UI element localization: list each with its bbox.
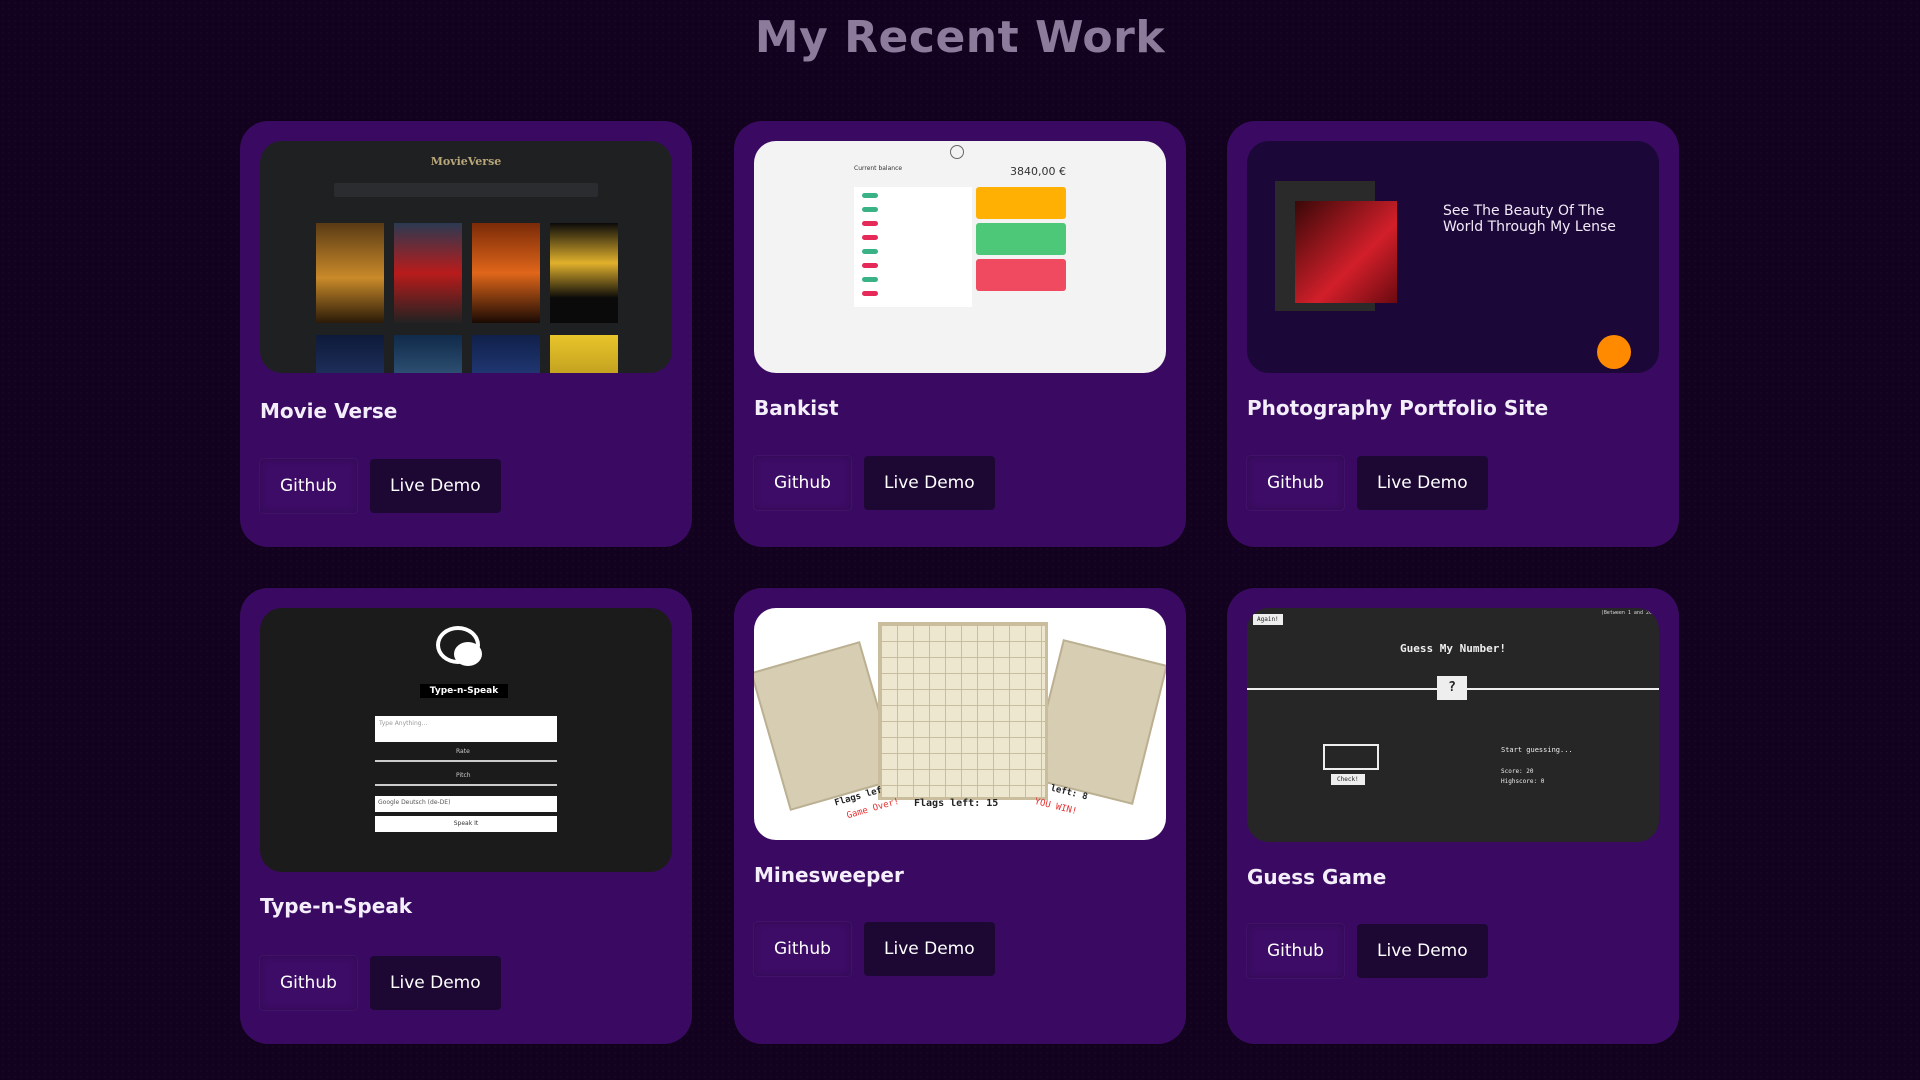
live-demo-button[interactable]: Live Demo [1357, 924, 1488, 978]
thumb-text-input: Type Anything... [375, 716, 557, 742]
thumb-poster [472, 335, 540, 373]
thumb-pitch-label: Pitch [456, 772, 471, 779]
thumb-poster [394, 223, 462, 323]
thumb-guess-input [1323, 744, 1379, 770]
live-demo-button[interactable]: Live Demo [1357, 456, 1488, 510]
project-card-type-n-speak: Type-n-Speak Type Anything... Rate Pitch… [240, 588, 692, 1044]
thumb-speak-button: Speak It [375, 816, 557, 832]
thumb-poster [316, 223, 384, 323]
thumb-balance-value: 3840,00 € [1010, 165, 1066, 178]
project-title: Bankist [754, 396, 839, 420]
thumb-between-text: (Between 1 and 20) [1600, 610, 1655, 616]
github-button[interactable]: Github [754, 922, 851, 976]
minesweeper-thumbnail[interactable]: Flags left: 15 Flags lef Game Over! left… [754, 608, 1166, 840]
thumb-highscore: Highscore: 0 [1501, 778, 1545, 785]
movie-verse-thumbnail[interactable]: MovieVerse [260, 141, 672, 373]
thumb-mystery-number: ? [1437, 676, 1467, 700]
thumb-movements [854, 187, 972, 307]
thumb-rate-label: Rate [456, 748, 470, 755]
thumb-check-button: Check! [1331, 774, 1365, 785]
live-demo-button[interactable]: Live Demo [370, 956, 501, 1010]
project-title: Photography Portfolio Site [1247, 396, 1549, 420]
thumb-headline: See The Beauty Of The World Through My L… [1443, 203, 1616, 235]
thumb-poster [550, 335, 618, 373]
thumb-app-name: Type-n-Speak [420, 684, 508, 698]
thumb-photo [1295, 201, 1397, 303]
type-n-speak-thumbnail[interactable]: Type-n-Speak Type Anything... Rate Pitch… [260, 608, 672, 872]
thumb-score: Score: 20 [1501, 768, 1534, 775]
thumb-start-guessing: Start guessing... [1501, 746, 1573, 754]
project-title: Minesweeper [754, 863, 904, 887]
thumb-logo-icon [950, 145, 964, 159]
project-card-bankist: Current balance 3840,00 € Bankist Github… [734, 121, 1186, 547]
thumb-board-right [1028, 639, 1166, 805]
github-button[interactable]: Github [1247, 456, 1344, 510]
thumb-you-win: YOU WIN! [1033, 796, 1078, 818]
page-title: My Recent Work [754, 12, 1166, 63]
thumb-search-bar [334, 183, 598, 197]
thumb-logo: MovieVerse [430, 155, 502, 168]
project-card-guess-game: Again! (Between 1 and 20) Guess My Numbe… [1227, 588, 1679, 1044]
thumb-poster [550, 223, 618, 323]
github-button[interactable]: Github [260, 459, 357, 513]
github-button[interactable]: Github [754, 456, 851, 510]
thumb-again-button: Again! [1253, 614, 1283, 625]
live-demo-button[interactable]: Live Demo [864, 922, 995, 976]
thumb-close-card [976, 259, 1066, 291]
thumb-arrow-button [1597, 335, 1631, 369]
thumb-game-title: Guess My Number! [1400, 642, 1506, 655]
project-card-movie-verse: MovieVerse Movie Verse Github Live Demo [240, 121, 692, 547]
thumb-voice-select: Google Deutsch (de-DE) [375, 796, 557, 812]
chat-bubbles-icon [436, 626, 484, 670]
thumb-poster [394, 335, 462, 373]
thumb-balance-label: Current balance [854, 165, 903, 172]
thumb-rate-slider [375, 760, 557, 762]
live-demo-button[interactable]: Live Demo [864, 456, 995, 510]
github-button[interactable]: Github [1247, 924, 1344, 978]
thumb-flags-left-text: Flags left: 15 [914, 798, 999, 809]
project-title: Guess Game [1247, 865, 1387, 889]
guess-game-thumbnail[interactable]: Again! (Between 1 and 20) Guess My Numbe… [1247, 608, 1659, 842]
project-title: Movie Verse [260, 399, 398, 423]
live-demo-button[interactable]: Live Demo [370, 459, 501, 513]
project-card-photography: See The Beauty Of The World Through My L… [1227, 121, 1679, 547]
github-button[interactable]: Github [260, 956, 357, 1010]
thumb-pitch-slider [375, 784, 557, 786]
project-title: Type-n-Speak [260, 894, 413, 918]
thumb-loan-card [976, 223, 1066, 255]
project-card-minesweeper: Flags left: 15 Flags lef Game Over! left… [734, 588, 1186, 1044]
bankist-thumbnail[interactable]: Current balance 3840,00 € [754, 141, 1166, 373]
thumb-poster [472, 223, 540, 323]
photography-thumbnail[interactable]: See The Beauty Of The World Through My L… [1247, 141, 1659, 373]
thumb-board-center [878, 622, 1048, 800]
thumb-poster [316, 335, 384, 373]
thumb-transfer-card [976, 187, 1066, 219]
